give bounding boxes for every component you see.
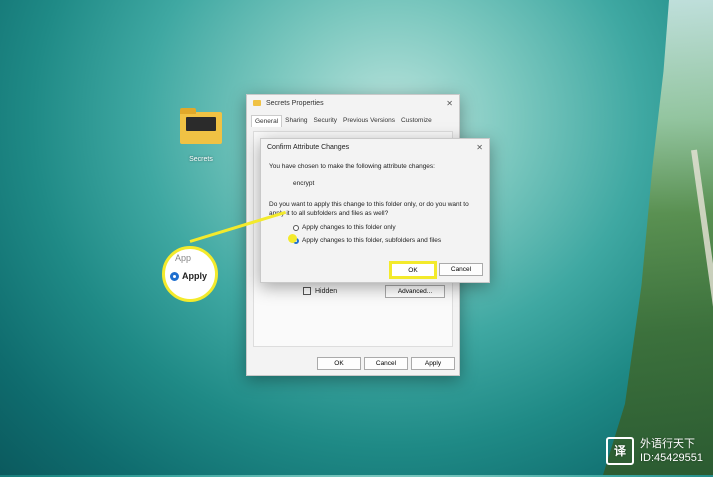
desktop-folder-label: Secrets bbox=[189, 156, 213, 163]
folder-icon bbox=[253, 100, 261, 106]
confirm-question-text: Do you want to apply this change to this… bbox=[269, 201, 469, 217]
watermark-id: ID:45429551 bbox=[640, 452, 703, 464]
hidden-label: Hidden bbox=[315, 287, 338, 295]
properties-title: Secrets Properties bbox=[266, 99, 324, 107]
tab-customize[interactable]: Customize bbox=[398, 115, 435, 127]
watermark-name: 外语行天下 bbox=[640, 438, 695, 450]
confirm-attribute-dialog: Confirm Attribute Changes ✕ You have cho… bbox=[260, 138, 490, 283]
shoreline-background bbox=[603, 0, 713, 475]
confirm-ok-button[interactable]: OK bbox=[389, 261, 437, 279]
callout-pointer-dot bbox=[288, 234, 297, 243]
close-icon[interactable]: ✕ bbox=[446, 99, 453, 108]
radio-folder-only[interactable]: Apply changes to this folder only bbox=[293, 224, 396, 231]
properties-apply-button[interactable]: Apply bbox=[411, 357, 455, 370]
tab-previous-versions[interactable]: Previous Versions bbox=[340, 115, 398, 127]
callout-apply-label: Apply bbox=[182, 271, 208, 281]
callout-peek-text: App bbox=[175, 253, 192, 263]
advanced-button[interactable]: Advanced... bbox=[385, 285, 445, 298]
confirm-intro-text: You have chosen to make the following at… bbox=[269, 163, 435, 170]
hidden-checkbox[interactable] bbox=[303, 287, 311, 295]
tab-general[interactable]: General bbox=[251, 115, 283, 127]
close-icon[interactable]: ✕ bbox=[476, 143, 483, 152]
folder-icon bbox=[180, 108, 222, 144]
properties-ok-button[interactable]: OK bbox=[317, 357, 361, 370]
confirm-title: Confirm Attribute Changes bbox=[267, 143, 350, 151]
tab-sharing[interactable]: Sharing bbox=[282, 115, 310, 127]
radio-all-subfolders[interactable]: Apply changes to this folder, subfolders… bbox=[293, 237, 441, 244]
properties-titlebar: Secrets Properties ✕ bbox=[247, 95, 459, 111]
radio-selected-icon bbox=[170, 271, 179, 281]
confirm-cancel-button[interactable]: Cancel bbox=[439, 263, 483, 276]
desktop-folder-secrets[interactable]: Secrets bbox=[176, 108, 226, 163]
properties-cancel-button[interactable]: Cancel bbox=[364, 357, 408, 370]
radio-folder-only-label: Apply changes to this folder only bbox=[302, 224, 396, 231]
hidden-checkbox-row[interactable]: Hidden bbox=[303, 287, 337, 295]
radio-button[interactable] bbox=[293, 224, 299, 231]
tab-security[interactable]: Security bbox=[311, 115, 340, 127]
watermark-logo-icon: 译 bbox=[606, 437, 634, 465]
watermark: 译 外语行天下 ID:45429551 bbox=[606, 437, 703, 465]
callout-apply-row: Apply bbox=[170, 271, 207, 281]
confirm-titlebar: Confirm Attribute Changes ✕ bbox=[261, 139, 489, 155]
radio-all-label: Apply changes to this folder, subfolders… bbox=[302, 237, 442, 244]
confirm-change-text: encrypt bbox=[293, 180, 315, 187]
properties-tabs: General Sharing Security Previous Versio… bbox=[247, 111, 459, 127]
callout-magnifier: App Apply bbox=[162, 246, 218, 302]
